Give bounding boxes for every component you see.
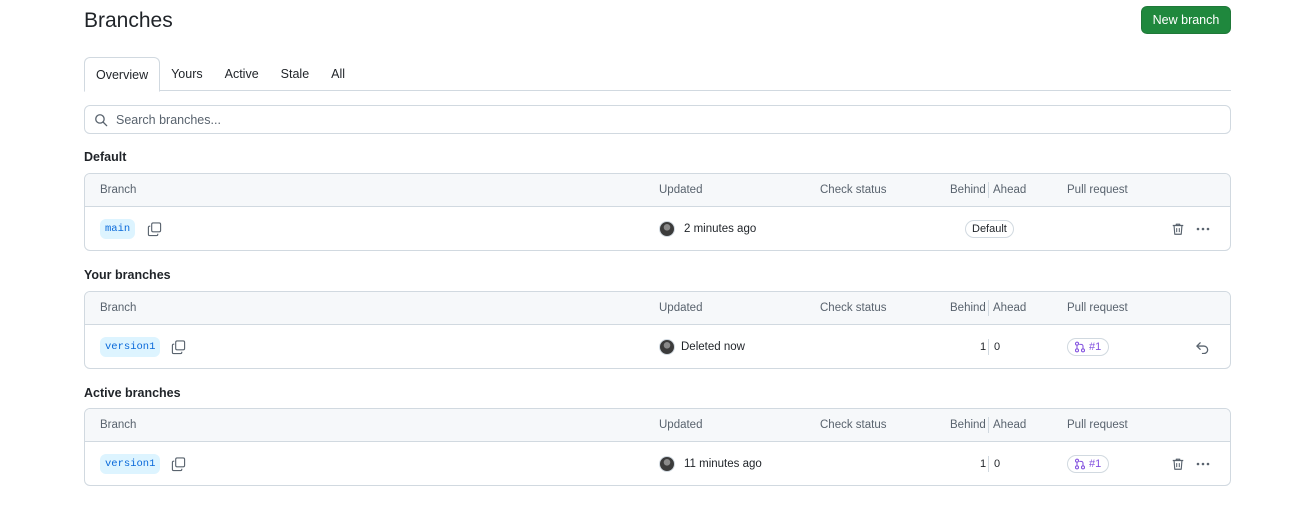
pull-request-number: #1 [1089, 457, 1102, 470]
your-branches-table: Branch Updated Check status Behind Ahead… [84, 291, 1231, 369]
avatar[interactable] [659, 338, 675, 355]
branch-name-link[interactable]: version1 [100, 453, 161, 474]
column-branch: Branch [100, 419, 137, 431]
search-icon [95, 113, 108, 126]
branch-name-link[interactable]: main [100, 218, 136, 239]
column-behind: Behind [950, 419, 986, 431]
updated-time: Deleted now [681, 340, 745, 353]
table-header: Branch Updated Check status Behind Ahead… [85, 409, 1230, 442]
pull-request-icon [1074, 341, 1086, 352]
table-row: version1 11 minutes ago 1 0 #1 [85, 442, 1230, 485]
column-check-status: Check status [820, 419, 887, 431]
tab-all[interactable]: All [320, 57, 356, 91]
tab-stale[interactable]: Stale [270, 57, 321, 91]
column-updated: Updated [659, 302, 703, 314]
tab-overview[interactable]: Overview [84, 57, 161, 92]
column-behind: Behind [950, 302, 986, 314]
column-check-status: Check status [820, 184, 887, 196]
copy-branch-name-button[interactable] [171, 456, 186, 471]
column-pull-request: Pull request [1067, 184, 1128, 196]
trash-icon [1172, 458, 1184, 470]
kebab-icon [1196, 462, 1210, 465]
copy-icon [171, 456, 186, 471]
pull-request-badge[interactable]: #1 [1067, 454, 1110, 473]
restore-branch-button[interactable] [1195, 340, 1210, 354]
column-check-status: Check status [820, 302, 887, 314]
section-heading-active-branches: Active branches [84, 386, 181, 400]
delete-branch-button[interactable] [1171, 222, 1185, 236]
column-updated: Updated [659, 419, 703, 431]
new-branch-button[interactable]: New branch [1141, 6, 1231, 34]
avatar[interactable] [659, 455, 675, 472]
branch-name-link[interactable]: version1 [100, 336, 161, 357]
branch-tabs: Overview Yours Active Stale All [84, 57, 1231, 92]
undo-icon [1196, 341, 1209, 354]
behind-count: 1 [980, 340, 987, 353]
behind-ahead-divider [988, 417, 989, 433]
search-input[interactable] [116, 112, 1116, 127]
column-pull-request: Pull request [1067, 419, 1128, 431]
column-ahead: Ahead [993, 419, 1027, 431]
column-behind: Behind [950, 184, 986, 196]
table-row: main 2 minutes ago Default [85, 207, 1230, 250]
page-title: Branches [84, 9, 173, 32]
behind-ahead-bar [988, 338, 989, 355]
pull-request-icon [1074, 458, 1086, 469]
tab-active[interactable]: Active [214, 57, 270, 91]
column-branch: Branch [100, 184, 137, 196]
delete-branch-button[interactable] [1171, 457, 1185, 471]
column-branch: Branch [100, 302, 137, 314]
ahead-count: 0 [994, 340, 1001, 353]
updated-cell: Deleted now [659, 338, 745, 355]
table-row: version1 Deleted now 1 0 #1 [85, 325, 1230, 368]
more-options-button[interactable] [1195, 457, 1211, 471]
behind-count: 1 [980, 457, 987, 470]
pull-request-number: #1 [1089, 340, 1102, 353]
pull-request-badge[interactable]: #1 [1067, 337, 1110, 356]
behind-ahead-divider [988, 182, 989, 198]
section-heading-default: Default [84, 150, 127, 164]
section-heading-your-branches: Your branches [84, 268, 171, 282]
ahead-count: 0 [994, 457, 1001, 470]
copy-branch-name-button[interactable] [171, 339, 186, 354]
copy-icon [171, 339, 186, 354]
default-badge: Default [965, 219, 1014, 238]
active-branches-table: Branch Updated Check status Behind Ahead… [84, 408, 1231, 486]
column-ahead: Ahead [993, 302, 1027, 314]
default-branches-table: Branch Updated Check status Behind Ahead… [84, 173, 1231, 251]
more-options-button[interactable] [1195, 222, 1211, 236]
behind-ahead-bar [988, 455, 989, 472]
kebab-icon [1196, 227, 1210, 230]
updated-cell: 2 minutes ago [659, 220, 757, 237]
updated-time: 2 minutes ago [684, 222, 757, 235]
table-header: Branch Updated Check status Behind Ahead… [85, 292, 1230, 325]
updated-time: 11 minutes ago [684, 457, 762, 470]
tab-yours[interactable]: Yours [160, 57, 214, 91]
copy-icon [147, 221, 162, 236]
trash-icon [1172, 223, 1184, 235]
column-updated: Updated [659, 184, 703, 196]
column-pull-request: Pull request [1067, 302, 1128, 314]
avatar[interactable] [659, 220, 675, 237]
behind-ahead-divider [988, 300, 989, 316]
updated-cell: 11 minutes ago [659, 455, 762, 472]
copy-branch-name-button[interactable] [147, 221, 162, 236]
search-box [84, 105, 1231, 134]
table-header: Branch Updated Check status Behind Ahead… [85, 174, 1230, 207]
column-ahead: Ahead [993, 184, 1027, 196]
